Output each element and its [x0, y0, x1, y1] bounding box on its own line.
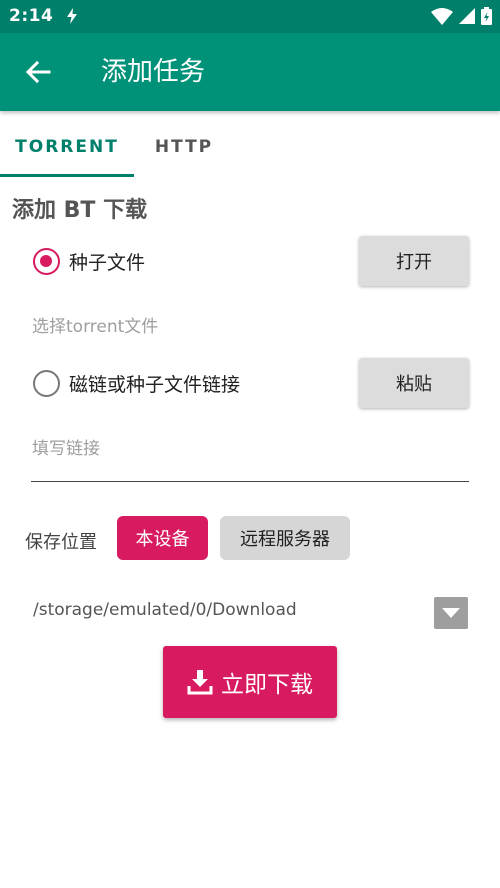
save-path[interactable]: /storage/emulated/0/Download	[33, 600, 297, 620]
paste-button[interactable]: 粘贴	[359, 358, 469, 408]
radio-button-unchecked[interactable]	[33, 369, 60, 397]
link-input[interactable]: 填写链接	[32, 434, 100, 459]
back-button[interactable]	[14, 48, 62, 96]
radio-torrent-label: 种子文件	[69, 251, 146, 274]
app-bar: 添加任务	[0, 33, 500, 111]
wifi-icon	[431, 7, 453, 25]
tab-indicator	[0, 174, 134, 177]
radio-torrent-file[interactable]: 种子文件	[33, 246, 145, 276]
signal-icon	[459, 8, 475, 24]
section-title: 添加 BT 下载	[12, 198, 148, 223]
tab-torrent[interactable]: TORRENT	[0, 117, 134, 177]
tab-bar: TORRENT HTTP	[0, 117, 500, 177]
status-icons	[431, 7, 492, 25]
save-location-label: 保存位置	[25, 532, 97, 553]
download-now-button[interactable]: 立即下载	[163, 646, 337, 718]
save-option-remote-server[interactable]: 远程服务器	[220, 516, 350, 560]
radio-magnet-link[interactable]: 磁链或种子文件链接	[33, 368, 240, 398]
tab-http[interactable]: HTTP	[134, 117, 234, 177]
torrent-file-hint[interactable]: 选择torrent文件	[32, 312, 158, 337]
open-button[interactable]: 打开	[359, 236, 469, 286]
status-time: 2:14	[9, 6, 54, 26]
download-now-label: 立即下载	[221, 672, 313, 698]
back-arrow-icon	[25, 60, 51, 84]
chevron-down-icon	[442, 608, 460, 618]
save-option-local-device[interactable]: 本设备	[117, 516, 208, 560]
status-bar: 2:14	[0, 0, 500, 33]
page-title: 添加任务	[101, 57, 206, 87]
radio-magnet-label: 磁链或种子文件链接	[69, 373, 241, 396]
charging-bolt-icon	[67, 8, 77, 24]
download-icon	[187, 670, 213, 695]
path-dropdown-button[interactable]	[434, 597, 468, 629]
radio-button-checked[interactable]	[33, 247, 60, 275]
battery-icon	[481, 7, 492, 25]
link-input-underline	[31, 481, 469, 482]
